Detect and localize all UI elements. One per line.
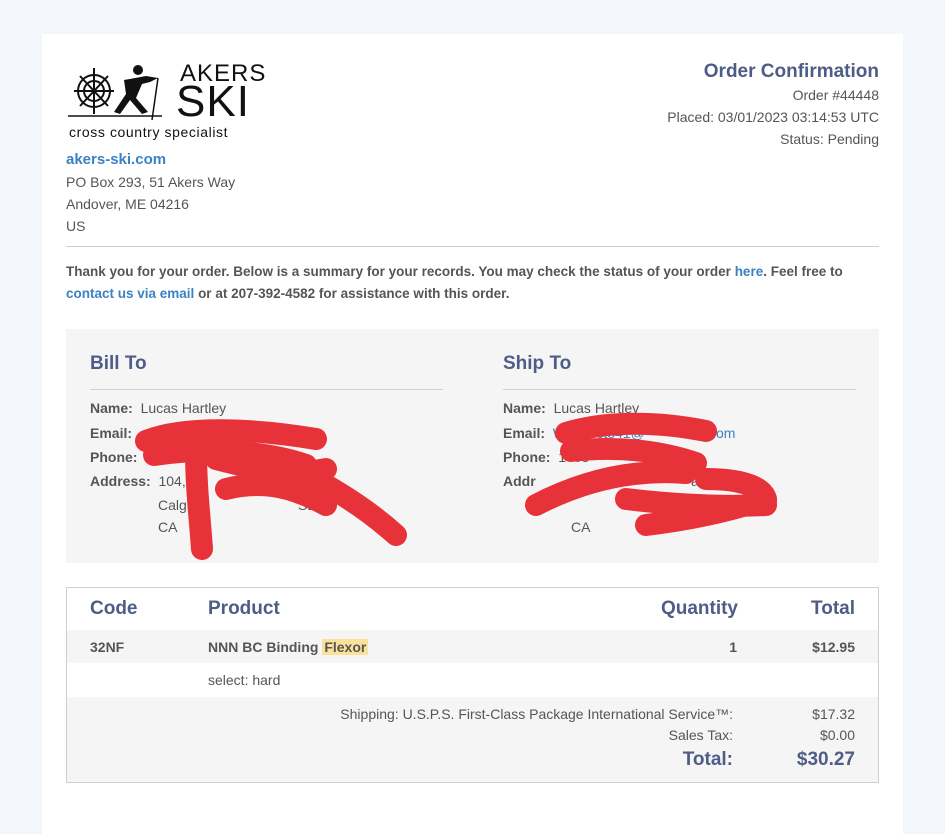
column-header-code: Code (90, 598, 138, 619)
ship-to-address-row: Addr 10 as se (503, 473, 724, 489)
ship-to-phone-partial: 1405 (558, 449, 590, 465)
ship-to-section: Ship To Name: Lucas Hartley Email: Wdire… (503, 353, 856, 535)
page-title: Order Confirmation (703, 61, 879, 82)
item-product-name: NNN BC Binding (208, 639, 323, 655)
order-items-table: Code Product Quantity Total 32NF NNN BC … (66, 587, 879, 783)
table-row: 32NF NNN BC Binding Flexor 1 $12.95 (67, 630, 878, 663)
website-link[interactable]: akers-ski.com (66, 151, 166, 168)
order-status-link[interactable]: here (735, 264, 764, 279)
ship-to-name: Lucas Hartley (553, 400, 640, 416)
bill-to-address-line3: CA (158, 519, 178, 535)
item-code: 32NF (90, 639, 125, 655)
shipping-label: Shipping: U.S.P.S. First-Class Package I… (340, 706, 733, 722)
ship-to-heading: Ship To (503, 353, 856, 390)
sales-tax-label: Sales Tax: (668, 727, 733, 743)
ship-to-phone-row: Phone: 1405 (503, 449, 589, 465)
bill-to-heading: Bill To (90, 353, 443, 390)
address-panel: Bill To Name: Lucas Hartley Email: Phone… (66, 329, 879, 563)
sales-tax-value: $0.00 (819, 727, 855, 743)
bill-to-name: Lucas Hartley (140, 400, 227, 416)
store-address-line3: US (66, 218, 86, 234)
item-option: select: hard (208, 672, 281, 688)
bill-to-address-line2-start: Calg (158, 497, 187, 513)
confirmation-card: AKERS SKI cross country specialist akers… (42, 34, 903, 834)
shipping-value: $17.32 (812, 706, 855, 722)
bill-to-name-row: Name: Lucas Hartley (90, 400, 226, 416)
bill-to-address-row: Address: 104, as (90, 473, 307, 489)
bill-to-email-label: Email: (90, 425, 133, 441)
order-placed-date: Placed: 03/01/2023 03:14:53 UTC (667, 109, 879, 125)
ship-to-email-label: Email: (503, 425, 546, 441)
contact-email-link[interactable]: contact us via email (66, 286, 194, 301)
bill-to-phone-label: Phone: (90, 449, 138, 465)
grand-total-value: $30.27 (796, 749, 855, 770)
item-product: NNN BC Binding Flexor (208, 639, 369, 655)
column-header-product: Product (208, 598, 280, 619)
bill-to-phone-partial: 51 (226, 449, 242, 465)
item-quantity: 1 (729, 639, 737, 655)
ship-to-name-label: Name: (503, 400, 546, 416)
intro-text-1: Thank you for your order. Below is a sum… (66, 264, 735, 279)
logo-word-main: SKI (176, 77, 250, 126)
bill-to-section: Bill To Name: Lucas Hartley Email: Phone… (90, 353, 443, 535)
ship-to-email-mid[interactable]: direct841@ (573, 425, 645, 441)
ship-to-address-line2: erta T2G (653, 497, 708, 513)
ship-to-address-line1: 10 (571, 473, 587, 489)
store-address-line2: Andover, ME 04216 (66, 196, 189, 212)
bill-to-address-line2: Calg SL2 (158, 497, 323, 513)
ship-to-email-start[interactable]: W (553, 425, 566, 441)
ship-to-email-end[interactable]: com (709, 425, 735, 441)
bill-to-phone-row: Phone: 51 (90, 449, 242, 465)
column-header-total: Total (811, 598, 855, 619)
bill-to-address-label: Address: (90, 473, 151, 489)
logo-tagline: cross country specialist (69, 124, 229, 140)
ship-to-email-row: Email: Wdirect841@ com (503, 425, 735, 441)
item-product-highlight: Flexor (322, 639, 369, 655)
bill-to-address-line1-tail: as (292, 473, 307, 489)
ship-to-address-line1-tail: as se (691, 473, 725, 489)
intro-message: Thank you for your order. Below is a sum… (66, 261, 878, 305)
order-status: Status: Pending (780, 131, 879, 147)
store-address-line1: PO Box 293, 51 Akers Way (66, 174, 236, 190)
bill-to-address-line1: 104, (158, 473, 186, 489)
grand-total-label: Total: (682, 749, 733, 770)
order-number: Order #44448 (792, 87, 879, 103)
item-total: $12.95 (812, 639, 855, 655)
column-header-quantity: Quantity (660, 598, 738, 619)
bill-to-address-line2-tail: SL2 (298, 497, 323, 513)
skier-logo-icon (68, 65, 162, 121)
ship-to-name-row: Name: Lucas Hartley (503, 400, 639, 416)
ship-to-address-label: Addr (503, 473, 536, 489)
bill-to-email-row: Email: (90, 425, 132, 441)
intro-text-2: . Feel free to (763, 264, 843, 279)
ship-to-address-line3: CA (571, 519, 591, 535)
order-summary-header: Order Confirmation Order #44448 Placed: … (667, 60, 879, 150)
header-divider (66, 246, 879, 247)
bill-to-name-label: Name: (90, 400, 133, 416)
ship-to-phone-label: Phone: (503, 449, 551, 465)
store-logo: AKERS SKI cross country specialist (66, 58, 266, 144)
intro-text-3: or at 207-392-4582 for assistance with t… (194, 286, 510, 301)
totals-section: Shipping: U.S.P.S. First-Class Package I… (67, 697, 878, 782)
